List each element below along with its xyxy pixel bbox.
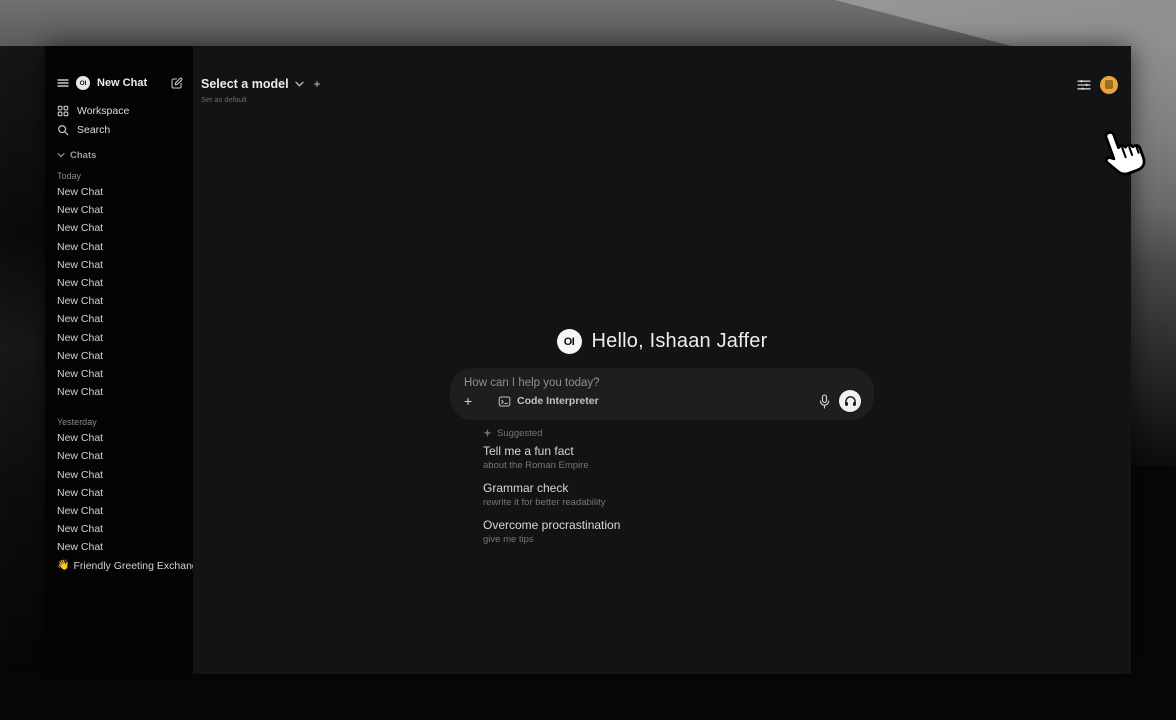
chevron-down-icon [295, 81, 304, 87]
add-model-button[interactable]: + [314, 77, 321, 91]
chat-list-item[interactable]: New Chat [57, 538, 183, 556]
wave-emoji-icon: 👋 [57, 561, 69, 571]
prompt-subtitle: give me tips [483, 534, 874, 545]
message-input[interactable] [464, 377, 861, 389]
chat-group-today: Today New ChatNew ChatNew ChatNew ChatNe… [57, 169, 183, 401]
chat-list-item[interactable]: New Chat [57, 466, 183, 484]
desktop: OI New Chat Workspace [0, 0, 1176, 720]
chat-list-item[interactable]: New Chat [57, 447, 183, 465]
chat-list-item[interactable]: New Chat [57, 383, 183, 401]
message-composer[interactable]: + Code Interpreter [450, 368, 874, 420]
suggested-prompt[interactable]: Grammar check rewrite it for better read… [483, 481, 874, 508]
chat-list-item[interactable]: New Chat [57, 329, 183, 347]
chat-list: New ChatNew ChatNew ChatNew ChatNew Chat… [57, 183, 183, 401]
sidebar-toggle-icon[interactable] [57, 78, 69, 88]
chat-list-item-named[interactable]: 👋 Friendly Greeting Exchange [57, 557, 183, 575]
sidebar-title: New Chat [97, 77, 163, 89]
sidebar: OI New Chat Workspace [45, 46, 193, 674]
chat-list-item[interactable]: New Chat [57, 201, 183, 219]
sidebar-item-workspace[interactable]: Workspace [57, 101, 183, 120]
grid-icon [57, 105, 69, 117]
app-logo: OI [557, 329, 582, 354]
model-selector[interactable]: Select a model + [201, 77, 321, 91]
group-label: Yesterday [57, 415, 183, 429]
workspace-label: Workspace [77, 105, 129, 117]
chat-list-item[interactable]: New Chat [57, 347, 183, 365]
chevron-down-icon [57, 152, 65, 158]
suggested-section: Suggested Tell me a fun fact about the R… [450, 426, 874, 545]
chat-list-item[interactable]: New Chat [57, 310, 183, 328]
chats-label: Chats [70, 150, 96, 161]
set-as-default-button[interactable]: Set as default [201, 95, 321, 104]
wallpaper-left-band [0, 46, 45, 674]
prompt-title: Overcome procrastination [483, 518, 874, 532]
chat-list-item[interactable]: New Chat [57, 238, 183, 256]
greeting: OI Hello, Ishaan Jaffer [450, 329, 874, 354]
center-column: OI Hello, Ishaan Jaffer + [450, 329, 874, 555]
headphones-icon [844, 395, 857, 407]
prompt-subtitle: rewrite it for better readability [483, 497, 874, 508]
chat-list-item[interactable]: New Chat [57, 219, 183, 237]
search-label: Search [77, 124, 110, 136]
code-interpreter-toggle[interactable]: Code Interpreter [498, 395, 599, 408]
suggested-prompt[interactable]: Tell me a fun fact about the Roman Empir… [483, 444, 874, 471]
chat-list-item[interactable]: New Chat [57, 274, 183, 292]
prompt-title: Tell me a fun fact [483, 444, 874, 458]
new-chat-icon[interactable] [170, 77, 183, 90]
named-chat-label: Friendly Greeting Exchange [73, 560, 203, 572]
sparkle-icon [483, 429, 492, 438]
greeting-text: Hello, Ishaan Jaffer [592, 330, 768, 353]
main-area: Select a model + Set as default [193, 46, 1131, 674]
command-line-icon [498, 395, 511, 408]
app-window: OI New Chat Workspace [45, 46, 1131, 674]
voice-call-button[interactable] [839, 390, 861, 412]
top-navigation: Select a model + Set as default [193, 46, 1131, 108]
suggested-label: Suggested [497, 428, 542, 439]
prompt-title: Grammar check [483, 481, 874, 495]
chat-list-item[interactable]: New Chat [57, 520, 183, 538]
attach-plus-button[interactable]: + [464, 394, 480, 408]
chat-list-item[interactable]: New Chat [57, 183, 183, 201]
chat-list-item[interactable]: New Chat [57, 429, 183, 447]
chat-list-item[interactable]: New Chat [57, 502, 183, 520]
microphone-icon[interactable] [819, 394, 830, 409]
chat-list-item[interactable]: New Chat [57, 365, 183, 383]
chat-list-item[interactable]: New Chat [57, 484, 183, 502]
chat-list-item[interactable]: New Chat [57, 292, 183, 310]
model-selector-label: Select a model [201, 77, 289, 91]
app-logo: OI [76, 76, 90, 90]
prompt-subtitle: about the Roman Empire [483, 460, 874, 471]
chat-group-yesterday: Yesterday New ChatNew ChatNew ChatNew Ch… [57, 415, 183, 556]
controls-sliders-icon[interactable] [1077, 79, 1091, 91]
chat-list: New ChatNew ChatNew ChatNew ChatNew Chat… [57, 429, 183, 556]
user-avatar[interactable] [1100, 76, 1118, 94]
search-icon [57, 124, 69, 136]
suggested-prompt[interactable]: Overcome procrastination give me tips [483, 518, 874, 545]
sidebar-item-search[interactable]: Search [57, 120, 183, 139]
code-interpreter-label: Code Interpreter [517, 395, 599, 407]
wallpaper-right-band [1131, 46, 1176, 466]
chat-list-item[interactable]: New Chat [57, 256, 183, 274]
group-label: Today [57, 169, 183, 183]
chats-section-header[interactable]: Chats [57, 148, 183, 162]
wallpaper-top-band [0, 0, 1176, 46]
sidebar-header: OI New Chat [57, 74, 183, 92]
